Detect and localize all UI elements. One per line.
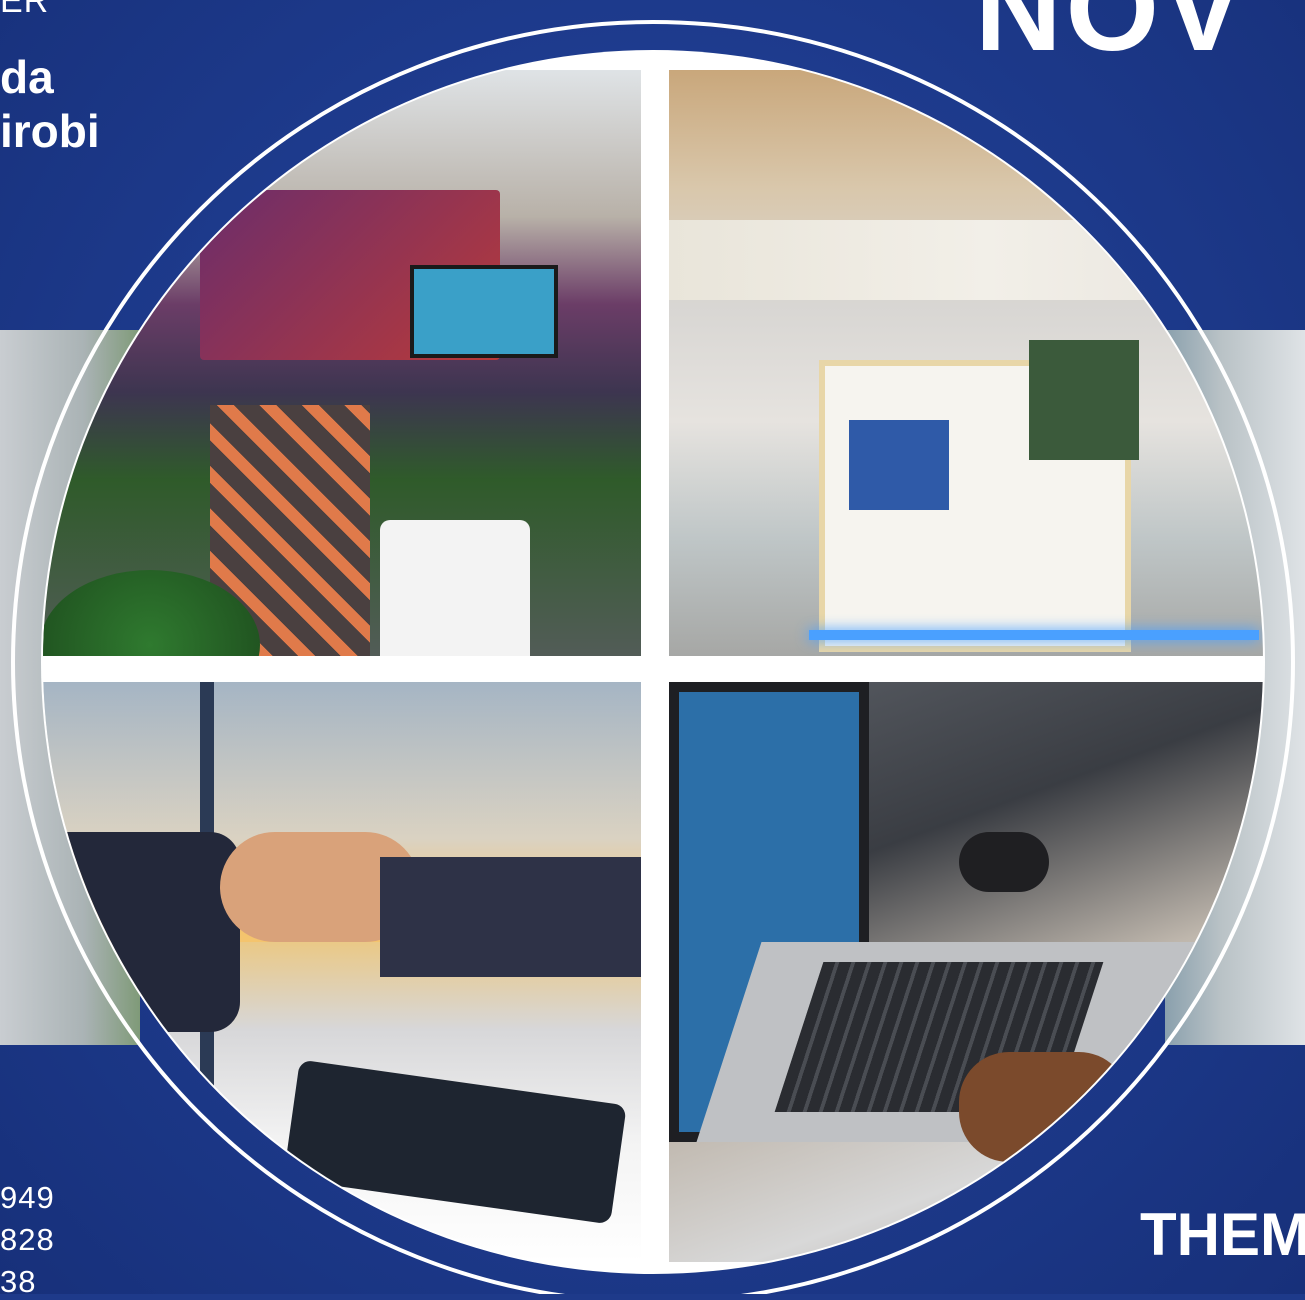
header-left-line3: irobi bbox=[0, 105, 100, 157]
contact-phone-2: 828 bbox=[0, 1222, 55, 1257]
header-left-line2: da bbox=[0, 51, 54, 103]
footer-theme-text: THEM bbox=[1140, 1201, 1305, 1268]
header-left-line1: ER bbox=[0, 0, 50, 20]
contact-phone-3: 38 bbox=[0, 1264, 37, 1299]
contact-phone-1: 949 bbox=[0, 1180, 55, 1215]
header-right-month: NOV bbox=[975, 0, 1248, 76]
